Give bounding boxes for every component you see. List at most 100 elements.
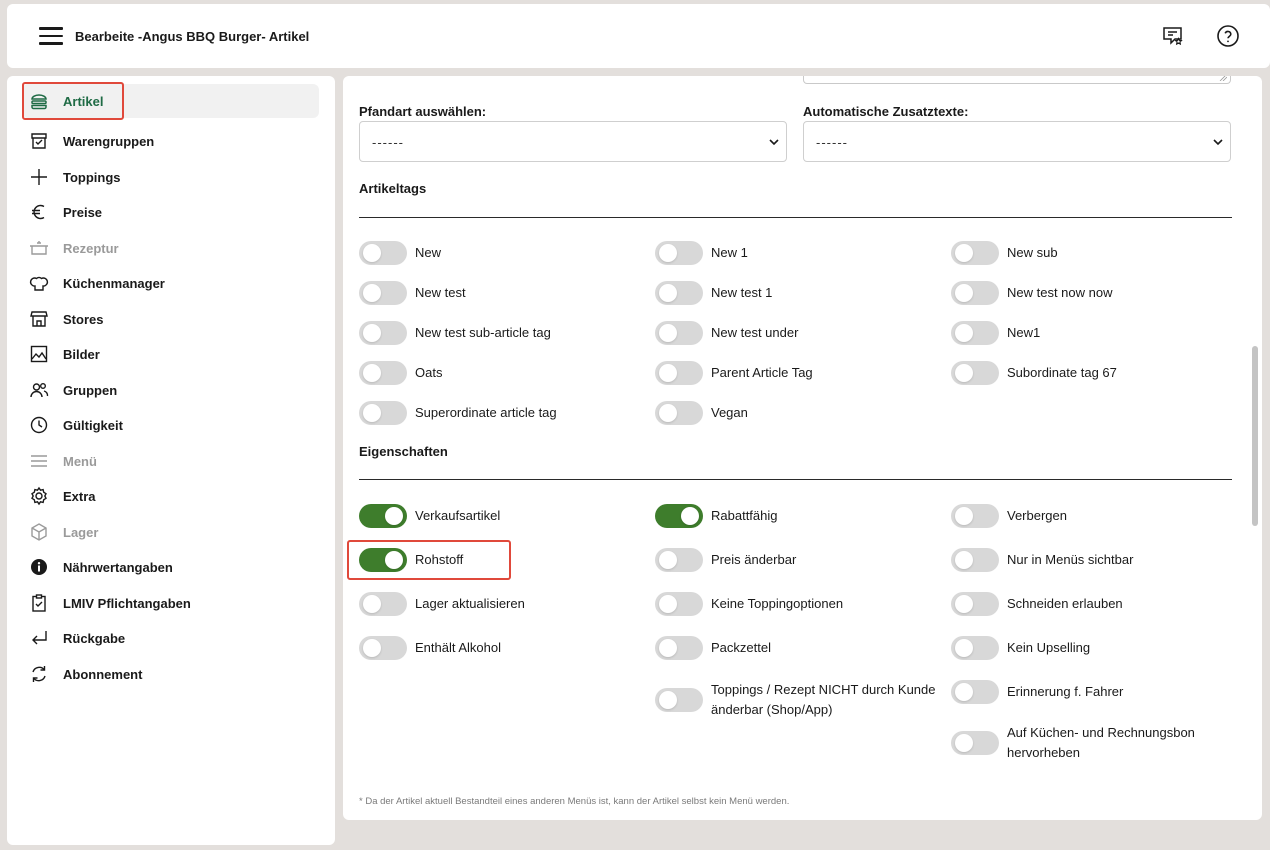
toggle-label: Subordinate tag 67 (1007, 365, 1117, 380)
toggle-switch[interactable] (359, 401, 407, 425)
users-icon (30, 383, 49, 398)
help-icon[interactable] (1216, 24, 1240, 48)
sidebar-item-label: Toppings (63, 169, 121, 185)
toggle-switch[interactable] (951, 731, 999, 755)
box-icon (31, 523, 47, 541)
resize-grip-icon[interactable] (1219, 76, 1227, 81)
sidebar-item-gruppen[interactable]: Gruppen (22, 373, 319, 407)
toggle-switch[interactable] (359, 548, 407, 572)
prop-toggle-lager-aktualisieren[interactable]: Lager aktualisieren (359, 592, 525, 616)
toggle-label: Oats (415, 365, 443, 380)
tag-toggle-new-sub[interactable]: New sub (951, 241, 1058, 265)
sidebar-item-artikel[interactable]: Artikel (22, 84, 319, 118)
sidebar-item-label: Preise (63, 204, 103, 220)
sidebar-item-lmiv[interactable]: LMIV Pflichtangaben (22, 586, 319, 620)
toggle-switch[interactable] (951, 504, 999, 528)
toggle-switch[interactable] (655, 241, 703, 265)
sidebar-item-stores[interactable]: Stores (22, 302, 319, 336)
zusatztexte-select[interactable]: ------ (803, 121, 1231, 162)
toggle-switch[interactable] (359, 504, 407, 528)
toggle-switch[interactable] (359, 281, 407, 305)
toggle-switch[interactable] (655, 321, 703, 345)
sidebar-item-label: Menü (63, 453, 97, 469)
toggle-switch[interactable] (359, 592, 407, 616)
sidebar-item-gueltigkeit[interactable]: Gültigkeit (22, 408, 319, 442)
toggle-switch[interactable] (951, 592, 999, 616)
prop-toggle-rabattfaehig[interactable]: Rabattfähig (655, 504, 778, 528)
toggle-label: Rohstoff (415, 552, 464, 567)
tag-toggle-subordinate-tag-67[interactable]: Subordinate tag 67 (951, 361, 1117, 385)
toggle-switch[interactable] (951, 241, 999, 265)
prop-toggle-preis-aenderbar[interactable]: Preis änderbar (655, 548, 796, 572)
prop-toggle-verkaufsartikel[interactable]: Verkaufsartikel (359, 504, 500, 528)
prop-toggle-packzettel[interactable]: Packzettel (655, 636, 771, 660)
toggle-switch[interactable] (359, 636, 407, 660)
toggle-switch[interactable] (655, 401, 703, 425)
prop-toggle-toppings-rezept-nicht-aenderbar[interactable]: Toppings / Rezept NICHT durch Kunde ände… (655, 680, 941, 720)
toggle-switch[interactable] (951, 680, 999, 704)
tag-toggle-new-test-now-now[interactable]: New test now now (951, 281, 1113, 305)
toggle-switch[interactable] (359, 361, 407, 385)
tag-toggle-oats[interactable]: Oats (359, 361, 442, 385)
toggle-switch[interactable] (655, 361, 703, 385)
tag-toggle-vegan[interactable]: Vegan (655, 401, 748, 425)
sidebar-item-naehrwertangaben[interactable]: Nährwertangaben (22, 550, 319, 584)
sidebar-item-kuechenmanager[interactable]: Küchenmanager (22, 266, 319, 300)
toggle-label: Toppings / Rezept NICHT durch Kunde ände… (711, 682, 936, 717)
clipboard-icon (32, 594, 46, 612)
sidebar-item-rueckgabe[interactable]: Rückgabe (22, 621, 319, 655)
sidebar: Artikel Warengruppen Toppings Preise Rez… (7, 76, 335, 845)
tag-toggle-new-test-sub-article[interactable]: New test sub-article tag (359, 321, 551, 345)
prop-toggle-keine-toppingoptionen[interactable]: Keine Toppingoptionen (655, 592, 843, 616)
toggle-switch[interactable] (951, 281, 999, 305)
toggle-switch[interactable] (951, 321, 999, 345)
tag-toggle-new-1[interactable]: New 1 (655, 241, 748, 265)
sidebar-item-menue[interactable]: Menü (22, 444, 319, 478)
sidebar-item-label: Rückgabe (63, 630, 126, 646)
hamburger-menu-icon[interactable] (39, 27, 63, 45)
prop-toggle-rohstoff[interactable]: Rohstoff (359, 548, 463, 572)
sidebar-item-extra[interactable]: Extra (22, 479, 319, 513)
store-icon (30, 311, 48, 327)
prop-toggle-erinnerung-fahrer[interactable]: Erinnerung f. Fahrer (951, 680, 1123, 704)
toggle-switch[interactable] (951, 636, 999, 660)
toggle-switch[interactable] (951, 548, 999, 572)
toggle-switch[interactable] (655, 592, 703, 616)
tag-toggle-parent-article-tag[interactable]: Parent Article Tag (655, 361, 813, 385)
toggle-switch[interactable] (655, 281, 703, 305)
toggle-switch[interactable] (359, 241, 407, 265)
description-textarea[interactable] (803, 76, 1231, 84)
toggle-label: Auf Küchen- und Rechnungsbon hervorheben (1007, 725, 1195, 760)
prop-toggle-schneiden-erlauben[interactable]: Schneiden erlauben (951, 592, 1123, 616)
prop-toggle-nur-in-menues-sichtbar[interactable]: Nur in Menüs sichtbar (951, 548, 1133, 572)
prop-toggle-kein-upselling[interactable]: Kein Upselling (951, 636, 1090, 660)
sidebar-item-bilder[interactable]: Bilder (22, 337, 319, 371)
prop-toggle-enthaelt-alkohol[interactable]: Enthält Alkohol (359, 636, 501, 660)
feedback-icon[interactable] (1161, 24, 1185, 48)
sidebar-item-lager[interactable]: Lager (22, 515, 319, 549)
sidebar-item-warengruppen[interactable]: Warengruppen (22, 124, 319, 158)
sidebar-item-rezeptur[interactable]: Rezeptur (22, 231, 319, 265)
sidebar-item-abonnement[interactable]: Abonnement (22, 657, 319, 691)
tag-toggle-new-test[interactable]: New test (359, 281, 466, 305)
tag-toggle-superordinate-article-tag[interactable]: Superordinate article tag (359, 401, 557, 425)
main-scrollbar[interactable] (1250, 76, 1260, 820)
tag-toggle-new[interactable]: New (359, 241, 441, 265)
sidebar-item-toppings[interactable]: Toppings (22, 160, 319, 194)
category-icon (31, 133, 47, 149)
toggle-switch[interactable] (655, 504, 703, 528)
prop-toggle-bon-hervorheben[interactable]: Auf Küchen- und Rechnungsbon hervorheben (951, 723, 1237, 763)
prop-toggle-verbergen[interactable]: Verbergen (951, 504, 1067, 528)
toggle-switch[interactable] (951, 361, 999, 385)
toggle-switch[interactable] (655, 636, 703, 660)
toggle-switch[interactable] (655, 548, 703, 572)
tag-toggle-new1[interactable]: New1 (951, 321, 1040, 345)
tag-toggle-new-test-1[interactable]: New test 1 (655, 281, 772, 305)
toggle-switch[interactable] (655, 688, 703, 712)
sidebar-item-preise[interactable]: Preise (22, 195, 319, 229)
toggle-switch[interactable] (359, 321, 407, 345)
scrollbar-thumb[interactable] (1252, 346, 1258, 526)
tag-toggle-new-test-under[interactable]: New test under (655, 321, 798, 345)
chevron-down-icon (1213, 139, 1223, 146)
pfandart-select[interactable]: ------ (359, 121, 787, 162)
